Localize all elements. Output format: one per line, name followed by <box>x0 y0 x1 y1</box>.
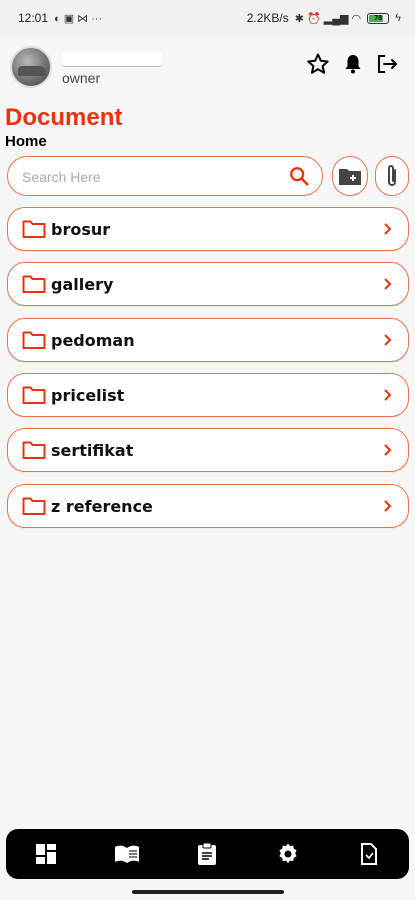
bottom-nav <box>6 829 409 879</box>
avatar[interactable] <box>10 46 52 88</box>
attach-icon <box>388 165 396 186</box>
gear-icon <box>279 843 297 864</box>
charging-icon: ϟ <box>395 12 401 24</box>
folder-item-pedoman[interactable]: pedoman <box>7 318 409 362</box>
chevron-right-icon <box>384 278 392 290</box>
folder-label: brosur <box>51 220 111 239</box>
folder-icon <box>22 331 46 349</box>
folder-label: pricelist <box>51 386 125 405</box>
folder-item-z-reference[interactable]: z reference <box>7 484 409 528</box>
chevron-right-icon <box>384 334 392 346</box>
status-bar: 12:01 ◐ ▣ ⋈ ··· 2.2KB/s ✱ ⏰ ▂▄▆ ◠ 78 ϟ <box>0 0 415 36</box>
chevron-right-icon <box>384 389 392 401</box>
username-field <box>62 52 162 67</box>
notification-icons: ◐ ▣ ⋈ ··· <box>54 12 103 25</box>
folder-item-gallery[interactable]: gallery <box>7 262 409 306</box>
system-icons: ✱ ⏰ ▂▄▆ ◠ <box>294 12 362 25</box>
user-role: owner <box>62 70 101 86</box>
bell-icon[interactable] <box>341 52 365 76</box>
star-icon[interactable] <box>306 52 330 76</box>
chevron-right-icon <box>384 223 392 235</box>
folder-label: pedoman <box>51 331 135 350</box>
nav-dashboard[interactable] <box>26 834 66 874</box>
add-folder-button[interactable] <box>332 156 368 196</box>
search-input[interactable] <box>20 165 274 189</box>
folder-label: gallery <box>51 275 114 294</box>
book-icon <box>114 845 139 863</box>
breadcrumb[interactable]: Home <box>5 133 47 150</box>
attach-button[interactable] <box>375 156 409 196</box>
dashboard-icon <box>36 844 57 864</box>
page-title: Document <box>5 104 123 131</box>
folder-icon <box>22 275 46 293</box>
chevron-right-icon <box>384 444 392 456</box>
add-folder-icon <box>339 169 361 185</box>
folder-item-pricelist[interactable]: pricelist <box>7 373 409 417</box>
app-header: owner <box>0 40 415 96</box>
nav-documents[interactable] <box>107 834 147 874</box>
status-time: 12:01 <box>18 11 49 25</box>
home-indicator[interactable] <box>132 890 284 894</box>
chevron-right-icon <box>384 500 392 512</box>
clipboard-icon <box>198 842 217 865</box>
folder-icon <box>22 386 46 404</box>
battery-icon: 78 <box>367 12 390 24</box>
folder-item-sertifikat[interactable]: sertifikat <box>7 428 409 472</box>
folder-label: z reference <box>51 497 153 516</box>
network-speed: 2.2KB/s <box>246 11 289 25</box>
search-icon[interactable] <box>288 165 310 187</box>
folder-icon <box>22 441 46 459</box>
document-icon <box>360 843 377 865</box>
folder-label: sertifikat <box>51 441 134 460</box>
nav-settings[interactable] <box>268 834 308 874</box>
nav-files[interactable] <box>349 834 389 874</box>
nav-tasks[interactable] <box>187 834 227 874</box>
search-bar <box>7 156 323 196</box>
folder-icon <box>22 497 46 515</box>
folder-icon <box>22 220 46 238</box>
folder-item-brosur[interactable]: brosur <box>7 207 409 251</box>
logout-icon[interactable] <box>375 52 399 76</box>
